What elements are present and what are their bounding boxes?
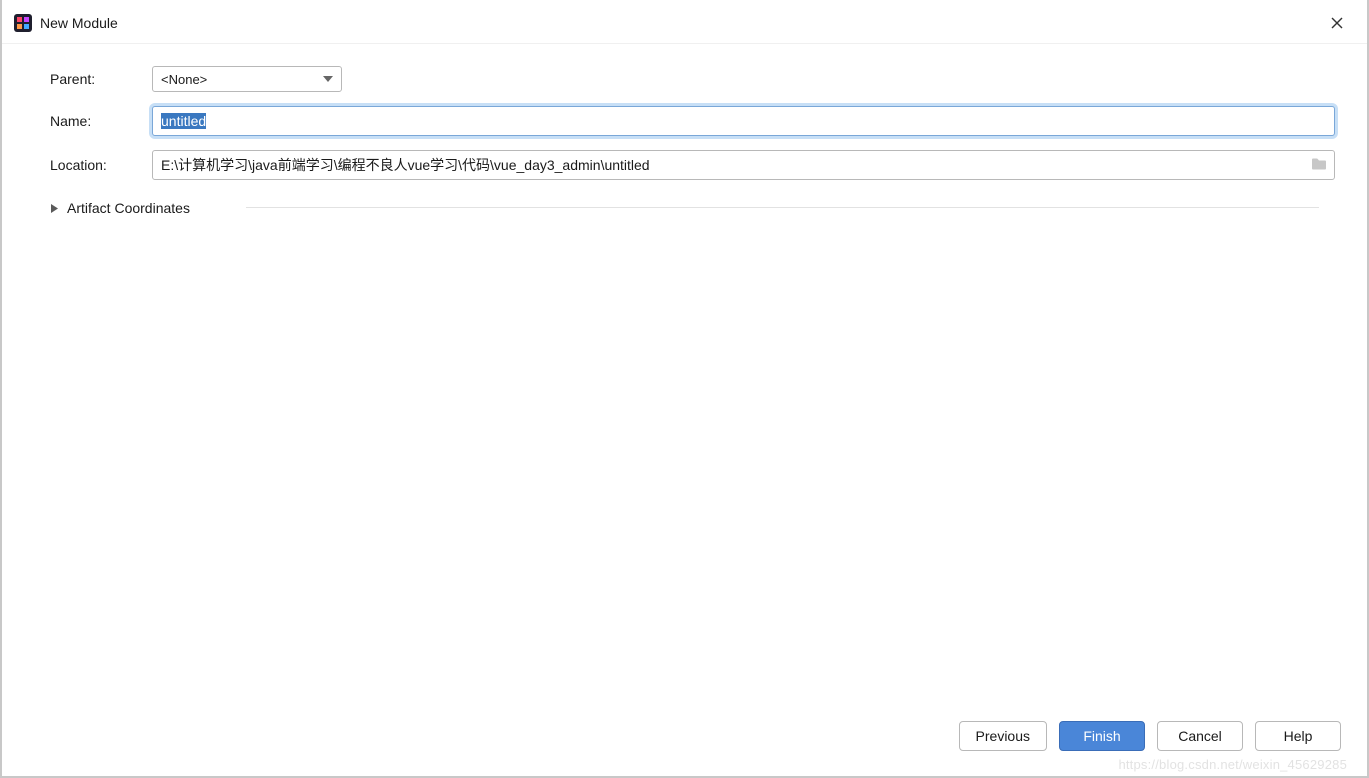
divider — [246, 207, 1319, 208]
help-button[interactable]: Help — [1255, 721, 1341, 751]
close-icon — [1331, 17, 1343, 29]
name-input[interactable] — [152, 106, 1335, 136]
parent-select-value: <None> — [161, 72, 207, 87]
parent-label: Parent: — [34, 71, 152, 87]
browse-folder-button[interactable] — [1311, 157, 1327, 174]
location-row: Location: — [34, 150, 1335, 180]
parent-row: Parent: <None> — [34, 66, 1335, 92]
chevron-right-icon — [50, 204, 59, 213]
dialog-footer: Previous Finish Cancel Help — [2, 714, 1367, 776]
location-label: Location: — [34, 157, 152, 173]
form-content: Parent: <None> Name: Location: — [2, 44, 1367, 714]
previous-button[interactable]: Previous — [959, 721, 1047, 751]
folder-icon — [1311, 157, 1327, 171]
close-button[interactable] — [1317, 9, 1357, 37]
artifact-coordinates-expander[interactable]: Artifact Coordinates — [50, 194, 1335, 222]
name-label: Name: — [34, 113, 152, 129]
cancel-button[interactable]: Cancel — [1157, 721, 1243, 751]
artifact-coordinates-label: Artifact Coordinates — [67, 200, 190, 216]
finish-button[interactable]: Finish — [1059, 721, 1145, 751]
chevron-down-icon — [323, 72, 333, 87]
titlebar: New Module — [2, 0, 1367, 44]
app-icon — [14, 14, 32, 32]
parent-select[interactable]: <None> — [152, 66, 342, 92]
location-input[interactable] — [152, 150, 1335, 180]
name-row: Name: — [34, 106, 1335, 136]
window-title: New Module — [40, 15, 118, 31]
new-module-dialog: New Module Parent: <None> Name: — [0, 0, 1369, 778]
